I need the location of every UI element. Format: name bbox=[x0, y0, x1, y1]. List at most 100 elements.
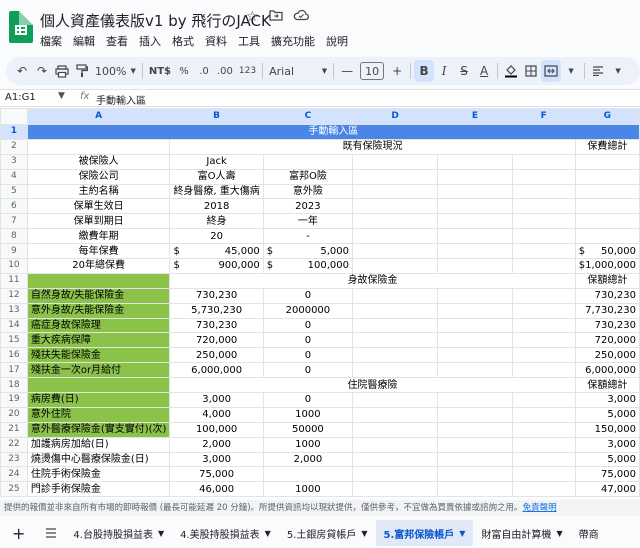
sheet-tab[interactable]: 5.土銀房貸帳戶 ▼ bbox=[279, 520, 376, 546]
cell[interactable] bbox=[351, 183, 439, 200]
cell[interactable]: $100,000 bbox=[262, 258, 354, 274]
cell[interactable] bbox=[511, 213, 576, 230]
cell[interactable] bbox=[437, 332, 513, 349]
all-sheets-icon[interactable] bbox=[37, 520, 65, 546]
cell[interactable] bbox=[437, 228, 513, 245]
cell[interactable]: 被保險人 bbox=[26, 153, 171, 170]
cell[interactable] bbox=[511, 481, 576, 498]
row-header[interactable]: 11 bbox=[0, 272, 28, 289]
chevron-down-icon[interactable]: ▼ bbox=[608, 60, 628, 82]
cell[interactable]: 0 bbox=[262, 392, 354, 408]
bold-button[interactable]: B bbox=[414, 60, 435, 82]
menu-data[interactable]: 資料 bbox=[205, 33, 227, 49]
cell[interactable] bbox=[511, 406, 576, 423]
cell[interactable] bbox=[511, 347, 576, 364]
cell[interactable] bbox=[262, 466, 354, 483]
row-header[interactable]: 10 bbox=[0, 258, 28, 274]
menu-extensions[interactable]: 擴充功能 bbox=[271, 33, 315, 49]
select-all-corner[interactable] bbox=[0, 108, 28, 125]
total-heading-cell[interactable]: 保額總計 bbox=[574, 377, 640, 394]
cell[interactable] bbox=[351, 198, 439, 215]
cell[interactable] bbox=[351, 421, 439, 438]
sheet-tab[interactable]: 帶商 bbox=[571, 520, 607, 546]
cell[interactable] bbox=[437, 317, 513, 334]
cell[interactable] bbox=[351, 481, 439, 498]
cell[interactable]: 6,000,000 bbox=[169, 362, 264, 379]
sheet-tab[interactable]: 4.台股持股損益表 ▼ bbox=[65, 520, 172, 546]
cell[interactable] bbox=[437, 153, 513, 170]
cell[interactable] bbox=[26, 138, 171, 155]
chevron-down-icon[interactable]: ▼ bbox=[556, 529, 562, 538]
cell[interactable]: 730,230 bbox=[169, 317, 264, 334]
cell[interactable]: Jack bbox=[169, 153, 264, 170]
row-header[interactable]: 17 bbox=[0, 362, 28, 379]
cell[interactable]: 重大疾病保障 bbox=[26, 332, 171, 349]
number-format-button[interactable]: 123 bbox=[236, 60, 259, 82]
cell[interactable]: 殘扶金一次or月給付 bbox=[26, 362, 171, 379]
column-header-a[interactable]: A bbox=[26, 108, 171, 125]
cell[interactable] bbox=[351, 347, 439, 364]
cell[interactable] bbox=[574, 198, 640, 215]
chevron-down-icon[interactable]: ▼ bbox=[361, 529, 367, 538]
move-folder-icon[interactable] bbox=[268, 9, 283, 25]
cell[interactable]: 保單到期日 bbox=[26, 213, 171, 230]
column-header-c[interactable]: C bbox=[262, 108, 354, 125]
cell[interactable] bbox=[351, 168, 439, 185]
cell[interactable]: 2,000 bbox=[262, 451, 354, 468]
menu-format[interactable]: 格式 bbox=[172, 33, 194, 49]
cell[interactable]: 3,000 bbox=[574, 392, 640, 408]
row-header[interactable]: 14 bbox=[0, 317, 28, 334]
cell[interactable]: 250,000 bbox=[169, 347, 264, 364]
column-header-b[interactable]: B bbox=[169, 108, 264, 125]
cell[interactable]: 4,000 bbox=[169, 406, 264, 423]
cell[interactable] bbox=[437, 406, 513, 423]
cell[interactable]: 7,730,230 bbox=[574, 302, 640, 319]
cell[interactable] bbox=[574, 228, 640, 245]
column-header-e[interactable]: E bbox=[437, 108, 513, 125]
row-header[interactable]: 9 bbox=[0, 243, 28, 260]
cell[interactable]: 100,000 bbox=[169, 421, 264, 438]
cell[interactable] bbox=[351, 332, 439, 349]
cell[interactable] bbox=[437, 183, 513, 200]
cell[interactable]: $1,000,000 bbox=[574, 258, 640, 274]
cell[interactable] bbox=[511, 436, 576, 453]
cell[interactable] bbox=[262, 153, 354, 170]
cell[interactable]: 47,000 bbox=[574, 481, 640, 498]
cell[interactable]: 加護病房加給(日) bbox=[26, 436, 171, 453]
cell[interactable] bbox=[437, 392, 513, 408]
cell[interactable]: 病房費(日) bbox=[26, 392, 171, 408]
cell[interactable]: 保險公司 bbox=[26, 168, 171, 185]
cell[interactable] bbox=[511, 362, 576, 379]
cell[interactable] bbox=[511, 287, 576, 304]
cell[interactable]: 門診手術保險金 bbox=[26, 481, 171, 498]
row-header[interactable]: 21 bbox=[0, 421, 28, 438]
section-heading-cell[interactable]: 既有保險現況 bbox=[169, 138, 576, 155]
cell[interactable]: 730,230 bbox=[574, 287, 640, 304]
cell[interactable]: 2,000 bbox=[169, 436, 264, 453]
cell[interactable]: 75,000 bbox=[574, 466, 640, 483]
section-heading-cell[interactable]: 身故保險金 bbox=[169, 272, 576, 289]
cell[interactable] bbox=[437, 168, 513, 185]
chevron-down-icon[interactable]: ▼ bbox=[58, 91, 65, 101]
cell[interactable]: 自然身故/失能保險金 bbox=[26, 287, 171, 304]
undo-icon[interactable]: ↶ bbox=[12, 60, 32, 82]
row-header[interactable]: 3 bbox=[0, 153, 28, 170]
cell[interactable]: 0 bbox=[262, 332, 354, 349]
cell[interactable]: 每年保費 bbox=[26, 243, 171, 260]
cell[interactable]: 1000 bbox=[262, 406, 354, 423]
cell[interactable] bbox=[351, 213, 439, 230]
row-header[interactable]: 12 bbox=[0, 287, 28, 304]
increase-decimal-button[interactable]: .00 bbox=[214, 60, 236, 82]
row-header[interactable]: 24 bbox=[0, 466, 28, 483]
cell[interactable]: 20年總保費 bbox=[26, 258, 171, 274]
align-left-icon[interactable] bbox=[588, 60, 608, 82]
cell[interactable]: 終身醫療, 重大傷病 bbox=[169, 183, 264, 200]
cell[interactable]: 燒燙傷中心醫療保險金(日) bbox=[26, 451, 171, 468]
chevron-down-icon[interactable]: ▼ bbox=[459, 529, 465, 538]
cell[interactable]: 20 bbox=[169, 228, 264, 245]
row-header[interactable]: 4 bbox=[0, 168, 28, 185]
cell[interactable] bbox=[437, 451, 513, 468]
cell[interactable] bbox=[437, 466, 513, 483]
borders-icon[interactable] bbox=[521, 60, 541, 82]
menu-file[interactable]: 檔案 bbox=[40, 33, 62, 49]
